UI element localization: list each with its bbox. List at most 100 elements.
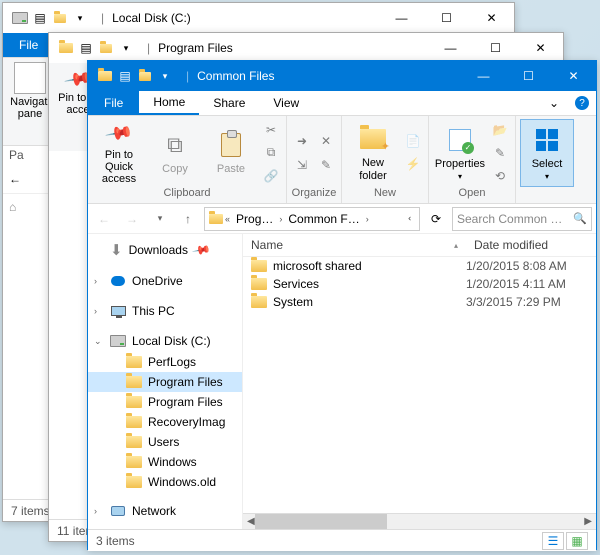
tab-view[interactable]: View xyxy=(259,91,313,115)
crumb-prog[interactable]: Prog… xyxy=(232,212,277,226)
horizontal-scrollbar[interactable]: ◀ ▶ xyxy=(243,513,596,529)
delete-button[interactable]: ✕ xyxy=(315,130,337,152)
copy-to-button[interactable]: ⇲ xyxy=(291,154,313,176)
folder-icon xyxy=(126,376,142,388)
minimize-button[interactable]: — xyxy=(379,3,424,33)
tree-users[interactable]: Users xyxy=(88,432,242,452)
icons-view-button[interactable]: ▦ xyxy=(566,532,588,550)
select-button[interactable]: Select ▾ xyxy=(520,119,574,187)
recent-locations-button[interactable]: ▾ xyxy=(148,207,172,231)
titlebar[interactable]: ▤ ▾ Common Files — ☐ ✕ xyxy=(88,61,596,91)
new-folder-icon xyxy=(360,129,386,149)
qat-newfolder-icon[interactable] xyxy=(51,9,69,27)
window-title: Local Disk (C:) xyxy=(93,11,379,25)
pin-to-quick-access-button[interactable]: 📌 Pin to Quick access xyxy=(92,119,146,187)
maximize-button[interactable]: ☐ xyxy=(473,33,518,63)
tree-downloads[interactable]: ⬇Downloads📌 xyxy=(88,238,242,262)
list-item[interactable]: Services 1/20/2015 4:11 AM xyxy=(243,275,596,293)
tree-windows-old[interactable]: Windows.old xyxy=(88,472,242,492)
window-common-files[interactable]: ▤ ▾ Common Files — ☐ ✕ File Home Share V… xyxy=(87,60,597,550)
search-placeholder: Search Common … xyxy=(457,212,569,226)
properties-button[interactable]: Properties ▾ xyxy=(433,119,487,187)
tree-onedrive[interactable]: ›OneDrive xyxy=(88,270,242,292)
new-folder-button[interactable]: New folder xyxy=(346,119,400,187)
tree-recoveryimage[interactable]: RecoveryImag xyxy=(88,412,242,432)
close-button[interactable]: ✕ xyxy=(551,61,596,91)
cut-button[interactable]: ✂ xyxy=(260,119,282,141)
header-date[interactable]: Date modified xyxy=(466,234,596,256)
breadcrumb[interactable]: « Prog… › Common F… › ⌄ xyxy=(204,207,420,231)
open-button[interactable]: 📂 xyxy=(489,119,511,141)
up-button[interactable]: ↑ xyxy=(176,207,200,231)
qat-customize-icon[interactable]: ▾ xyxy=(71,9,89,27)
copy-button[interactable]: ⧉ Copy xyxy=(148,119,202,187)
maximize-button[interactable]: ☐ xyxy=(424,3,469,33)
close-button[interactable]: ✕ xyxy=(469,3,514,33)
paste-shortcut-button[interactable]: 🔗 xyxy=(260,165,282,187)
navigation-pane[interactable]: ⬇Downloads📌 ›OneDrive ›This PC ⌄Local Di… xyxy=(88,234,243,529)
close-button[interactable]: ✕ xyxy=(518,33,563,63)
qat-properties-icon[interactable]: ▤ xyxy=(77,39,95,57)
titlebar[interactable]: ▤ ▾ Program Files — ☐ ✕ xyxy=(49,33,563,63)
qat-customize-icon[interactable]: ▾ xyxy=(156,67,174,85)
new-item-button[interactable]: 📄 xyxy=(402,130,424,152)
easy-access-button[interactable]: ⚡ xyxy=(402,153,424,175)
list-item[interactable]: System 3/3/2015 7:29 PM xyxy=(243,293,596,311)
menubar: File Home Share View ⌄ ? xyxy=(88,91,596,116)
forward-button[interactable]: → xyxy=(120,207,144,231)
folder-icon xyxy=(251,278,267,290)
move-to-button[interactable]: ➜ xyxy=(291,130,313,152)
tree-program-files-x86[interactable]: Program Files xyxy=(88,392,242,412)
titlebar[interactable]: ▤ ▾ Local Disk (C:) — ☐ ✕ xyxy=(3,3,514,33)
minimize-button[interactable]: — xyxy=(428,33,473,63)
app-icon xyxy=(96,67,114,85)
minimize-button[interactable]: — xyxy=(461,61,506,91)
header-name[interactable]: Name▴ xyxy=(243,234,466,256)
ribbon-expand[interactable]: ⌄ xyxy=(540,91,568,115)
qat-customize-icon[interactable]: ▾ xyxy=(117,39,135,57)
qat-newfolder-icon[interactable] xyxy=(97,39,115,57)
folder-icon xyxy=(251,260,267,272)
history-button[interactable]: ⟲ xyxy=(489,165,511,187)
qat-properties-icon[interactable]: ▤ xyxy=(31,9,49,27)
tree-network[interactable]: ›Network xyxy=(88,500,242,522)
back-button[interactable]: ← xyxy=(92,207,116,231)
maximize-button[interactable]: ☐ xyxy=(506,61,551,91)
tree-local-disk[interactable]: ⌄Local Disk (C:) xyxy=(88,330,242,352)
pin-icon: 📌 xyxy=(104,118,134,148)
chevron-icon[interactable]: › xyxy=(279,214,282,224)
history-chevron-icon[interactable]: ⌄ xyxy=(406,215,417,223)
list-body[interactable]: microsoft shared 1/20/2015 8:08 AM Servi… xyxy=(243,257,596,529)
tree-this-pc[interactable]: ›This PC xyxy=(88,300,242,322)
scroll-left-button[interactable]: ◀ xyxy=(247,516,255,527)
tab-home[interactable]: Home xyxy=(139,91,199,115)
copy-path-button[interactable]: ⧉ xyxy=(260,142,282,164)
chevron-icon[interactable]: › xyxy=(366,214,369,224)
details-view-button[interactable]: ☰ xyxy=(542,532,564,550)
help-button[interactable]: ? xyxy=(568,91,596,115)
rename-button[interactable]: ✎ xyxy=(315,154,337,176)
scroll-thumb[interactable] xyxy=(255,514,387,529)
ribbon: 📌 Pin to Quick access ⧉ Copy Paste ✂ ⧉ 🔗 xyxy=(88,116,596,204)
qat-properties-icon[interactable]: ▤ xyxy=(116,67,134,85)
search-box[interactable]: Search Common … 🔍 xyxy=(452,207,592,231)
network-icon xyxy=(111,506,125,516)
tab-share[interactable]: Share xyxy=(199,91,259,115)
qat-newfolder-icon[interactable] xyxy=(136,67,154,85)
paste-button[interactable]: Paste xyxy=(204,119,258,187)
disk-icon xyxy=(110,335,126,347)
refresh-button[interactable]: ⟳ xyxy=(424,207,448,231)
column-headers: Name▴ Date modified xyxy=(243,234,596,257)
scroll-right-button[interactable]: ▶ xyxy=(584,516,592,527)
file-menu[interactable]: File xyxy=(88,91,139,115)
tree-windows[interactable]: Windows xyxy=(88,452,242,472)
crumb-common[interactable]: Common F… xyxy=(284,212,363,226)
group-clipboard-label: Clipboard xyxy=(92,187,282,201)
file-menu[interactable]: File xyxy=(3,33,54,57)
list-item[interactable]: microsoft shared 1/20/2015 8:08 AM xyxy=(243,257,596,275)
edit-button[interactable]: ✎ xyxy=(489,142,511,164)
chevron-icon[interactable]: « xyxy=(225,214,230,224)
tree-program-files[interactable]: Program Files xyxy=(88,372,242,392)
back-button[interactable]: ← xyxy=(9,172,21,186)
tree-perflogs[interactable]: PerfLogs xyxy=(88,352,242,372)
